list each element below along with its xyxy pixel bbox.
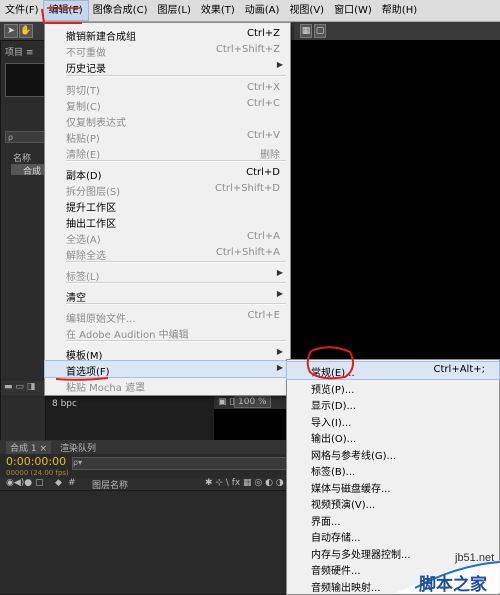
- watermark: jb51.net 脚本之家: [395, 548, 500, 595]
- underline-preferences-annotation: [55, 377, 109, 381]
- underline-edit-annotation: [41, 8, 82, 24]
- circle-general-annotation: [306, 346, 355, 380]
- red-annotation-overlay: [41, 7, 355, 381]
- watermark-url: jb51.net: [455, 552, 495, 564]
- watermark-text: 脚本之家: [419, 575, 487, 595]
